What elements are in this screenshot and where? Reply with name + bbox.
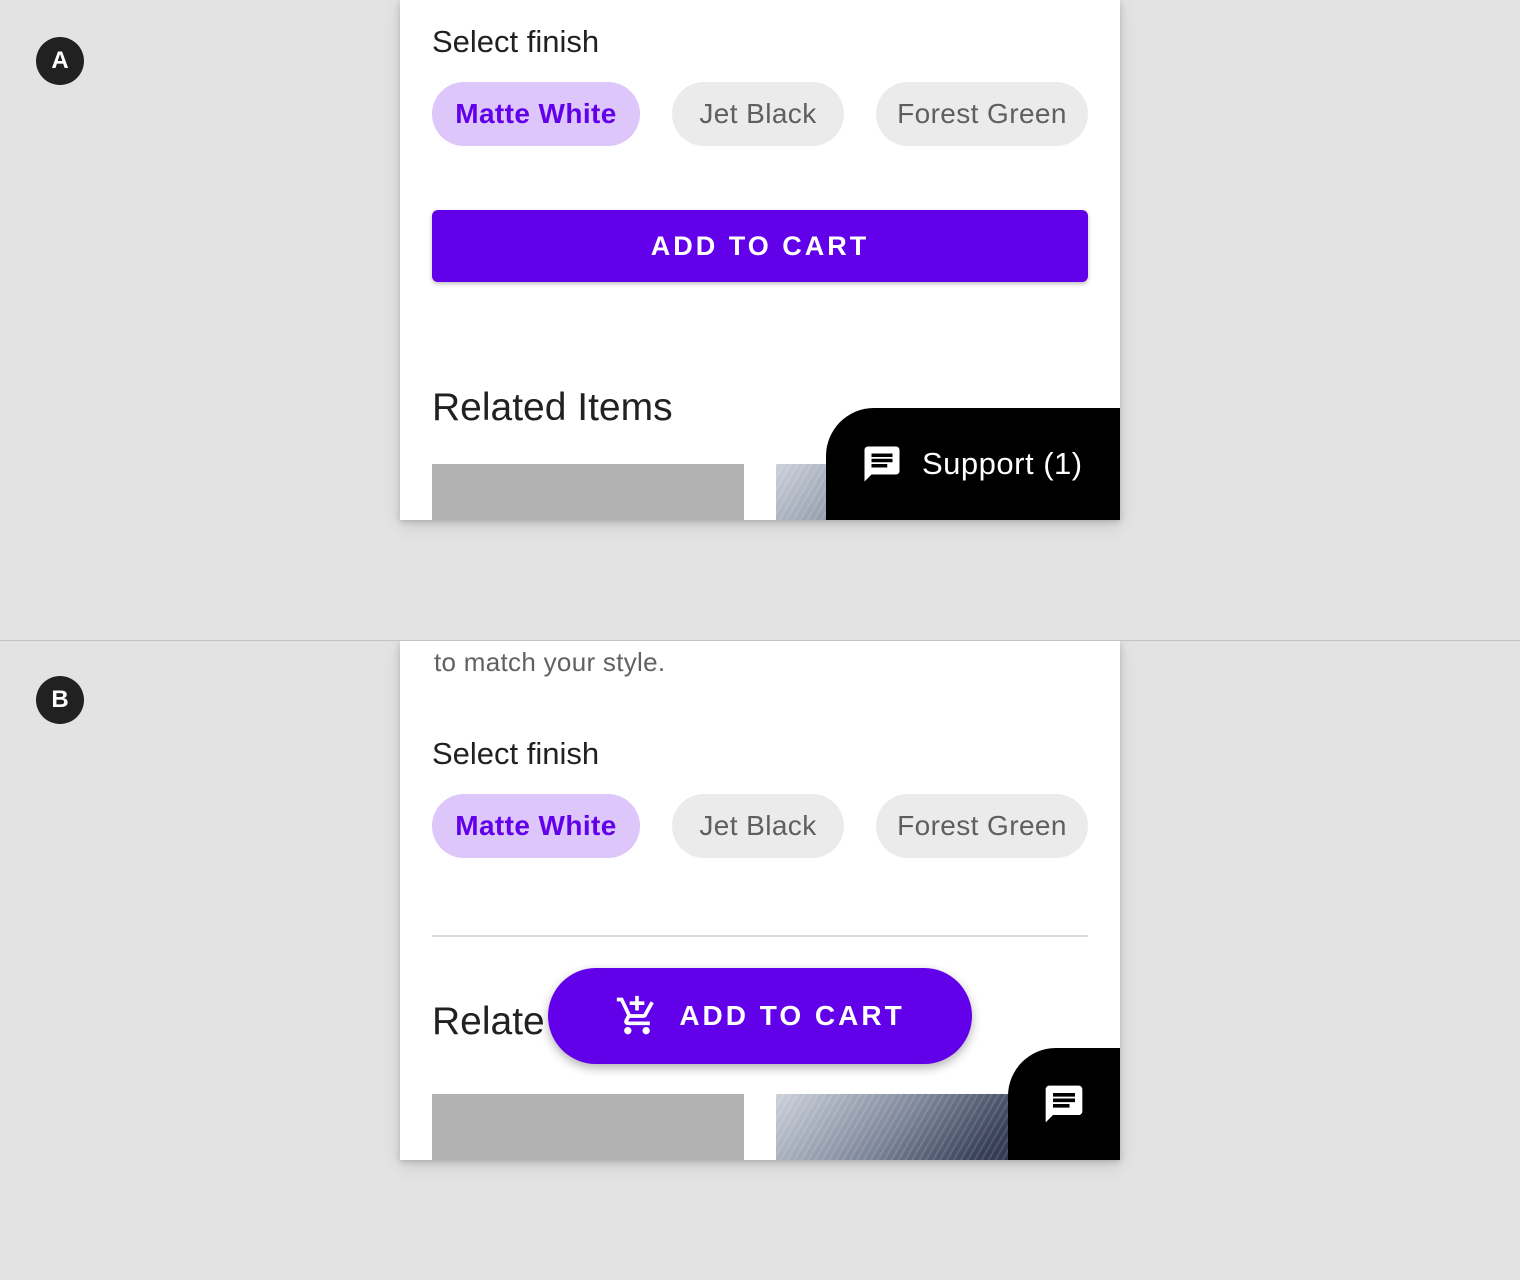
- add-to-cart-button[interactable]: ADD TO CART: [432, 210, 1088, 282]
- chip-matte-white[interactable]: Matte White: [432, 794, 640, 858]
- select-finish-label: Select finish: [432, 24, 600, 59]
- phone-screen-a: Select finish Matte White Jet Black Fore…: [400, 0, 1120, 520]
- variant-marker-a: A: [36, 37, 84, 85]
- chip-matte-white[interactable]: Matte White: [432, 82, 640, 146]
- related-items-heading: Relate: [432, 1000, 545, 1043]
- section-divider: [432, 935, 1088, 937]
- add-to-cart-fab[interactable]: ADD TO CART: [548, 968, 972, 1064]
- variant-b-panel: B to match your style. Select finish Mat…: [0, 641, 1520, 1280]
- chip-jet-black[interactable]: Jet Black: [672, 82, 844, 146]
- select-finish-label: Select finish: [432, 736, 600, 771]
- support-extended-fab[interactable]: Support (1): [826, 408, 1120, 520]
- related-items-heading: Related Items: [432, 386, 673, 429]
- variant-a-panel: A Select finish Matte White Jet Black Fo…: [0, 0, 1520, 640]
- phone-screen-b: to match your style. Select finish Matte…: [400, 641, 1120, 1160]
- support-label: Support (1): [922, 446, 1083, 481]
- chip-jet-black[interactable]: Jet Black: [672, 794, 844, 858]
- chip-forest-green[interactable]: Forest Green: [876, 794, 1088, 858]
- support-fab[interactable]: [1008, 1048, 1120, 1160]
- related-item-thumbnail[interactable]: [432, 1094, 744, 1160]
- chat-icon: [864, 446, 900, 482]
- add-to-cart-label: ADD TO CART: [679, 1000, 905, 1031]
- related-item-thumbnail[interactable]: [432, 464, 744, 520]
- variant-marker-b: B: [36, 676, 84, 724]
- chip-forest-green[interactable]: Forest Green: [876, 82, 1088, 146]
- chat-icon: [1045, 1085, 1083, 1123]
- product-description: to match your style.: [434, 647, 666, 677]
- add-shopping-cart-icon: [617, 995, 655, 1035]
